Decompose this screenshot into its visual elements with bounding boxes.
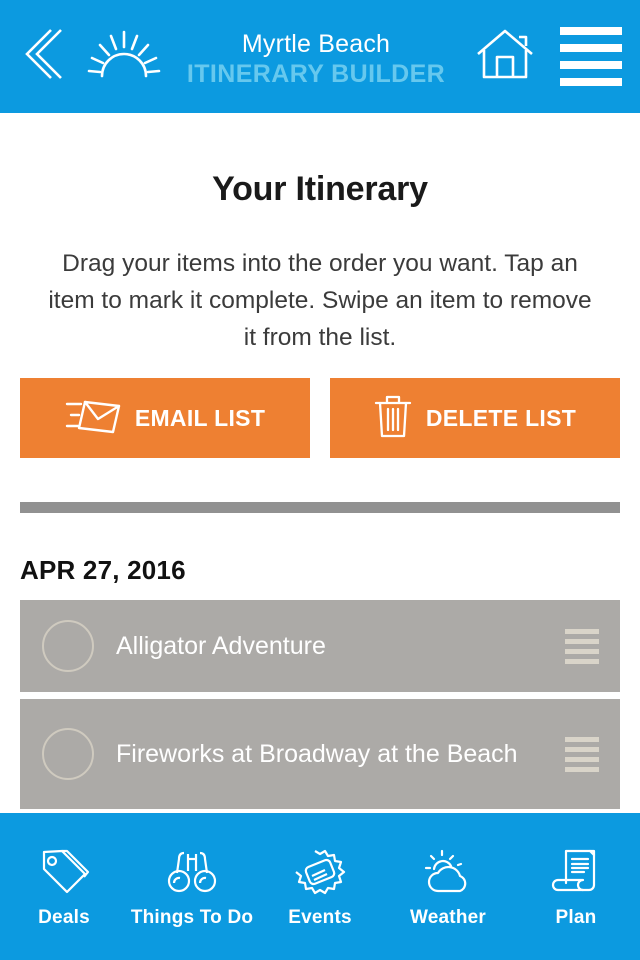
trash-can-icon: [374, 393, 412, 444]
drag-handle-icon: [565, 746, 599, 752]
nav-item-events[interactable]: Events: [256, 813, 384, 960]
home-button[interactable]: [462, 0, 548, 113]
price-tag-icon: [38, 845, 90, 899]
drag-handle-icon: [565, 658, 599, 664]
drag-handle[interactable]: [544, 736, 620, 772]
action-button-row: EMAIL LIST DELETE LIST: [20, 378, 620, 458]
nav-label-plan: Plan: [555, 906, 597, 928]
delete-list-button[interactable]: DELETE LIST: [330, 378, 620, 458]
nav-label-things-to-do: Things To Do: [130, 906, 254, 928]
page-description: Drag your items into the order you want.…: [48, 250, 592, 351]
hamburger-menu-icon: [560, 27, 622, 35]
app-header: Myrtle Beach ITINERARY BUILDER: [0, 0, 640, 113]
list-item[interactable]: Fireworks at Broadway at the Beach: [20, 699, 620, 809]
nav-item-weather[interactable]: Weather: [384, 813, 512, 960]
section-divider: [20, 502, 620, 513]
hamburger-menu-icon: [560, 44, 622, 52]
scroll-document-icon: [550, 845, 602, 899]
nav-item-things-to-do[interactable]: Things To Do: [128, 813, 256, 960]
drag-handle-icon: [565, 766, 599, 772]
ticket-icon: [294, 845, 346, 899]
delete-list-label: DELETE LIST: [425, 404, 577, 431]
binoculars-icon: [166, 845, 218, 899]
drag-handle-icon: [565, 638, 599, 644]
header-title-group: Myrtle Beach ITINERARY BUILDER: [170, 0, 462, 113]
app-subtitle: ITINERARY BUILDER: [186, 59, 446, 88]
itinerary-list: Alligator Adventure Fireworks at Broadwa…: [20, 600, 620, 813]
nav-label-events: Events: [288, 906, 352, 928]
sun-cloud-icon: [420, 845, 476, 899]
list-item-label: Alligator Adventure: [116, 631, 326, 660]
drag-handle-icon: [565, 736, 599, 742]
circle-checkbox-icon: [42, 728, 94, 780]
date-heading: APR 27, 2016: [20, 555, 186, 585]
page-title: Your Itinerary: [212, 170, 428, 208]
nav-label-weather: Weather: [409, 906, 487, 928]
nav-item-plan[interactable]: Plan: [512, 813, 640, 960]
bottom-navigation: Deals Things To Do Events Weather Plan: [0, 813, 640, 960]
back-button[interactable]: [0, 0, 78, 113]
drag-handle-icon: [565, 756, 599, 762]
email-list-label: EMAIL LIST: [134, 404, 266, 431]
home-icon: [474, 26, 536, 87]
nav-item-deals[interactable]: Deals: [0, 813, 128, 960]
app-logo[interactable]: [78, 0, 170, 113]
list-item[interactable]: Alligator Adventure: [20, 600, 620, 692]
email-list-button[interactable]: EMAIL LIST: [20, 378, 310, 458]
hamburger-menu-icon: [560, 61, 622, 69]
chevron-left-icon: [21, 27, 65, 86]
app-title: Myrtle Beach: [241, 29, 391, 58]
circle-checkbox-icon: [42, 620, 94, 672]
main-content: Your Itinerary Drag your items into the …: [0, 113, 640, 813]
list-item-label: Fireworks at Broadway at the Beach: [116, 739, 518, 768]
drag-handle-icon: [565, 648, 599, 654]
drag-handle-icon: [565, 628, 599, 634]
nav-label-deals: Deals: [38, 906, 90, 928]
complete-toggle[interactable]: [20, 620, 116, 672]
drag-handle[interactable]: [544, 628, 620, 664]
menu-button[interactable]: [548, 0, 640, 113]
hamburger-menu-icon: [560, 78, 622, 86]
sunrise-icon: [84, 28, 164, 85]
complete-toggle[interactable]: [20, 728, 116, 780]
email-envelope-icon: [65, 396, 121, 441]
